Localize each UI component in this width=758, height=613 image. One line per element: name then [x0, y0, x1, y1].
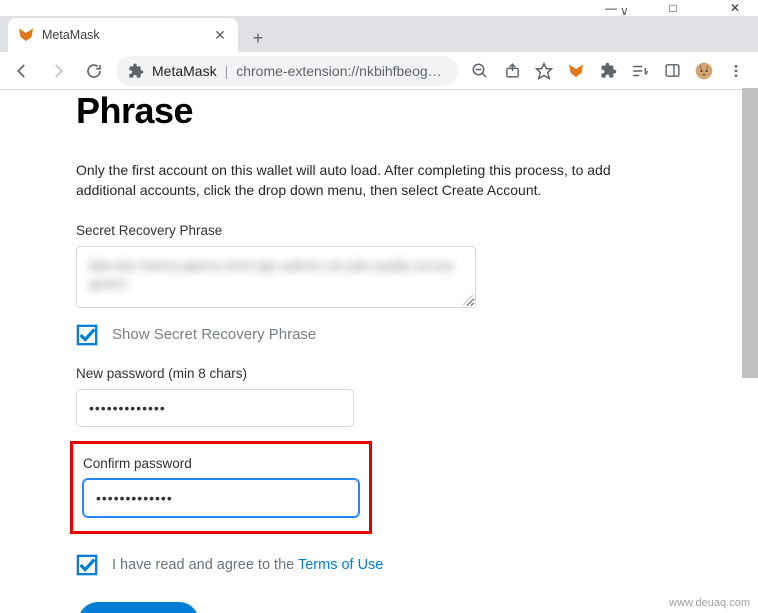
- new-tab-button[interactable]: +: [244, 24, 272, 52]
- tab-metamask[interactable]: MetaMask ✕: [8, 18, 238, 52]
- fox-icon: [18, 27, 34, 43]
- scrollbar-thumb[interactable]: [742, 88, 758, 378]
- extensions-icon[interactable]: [598, 61, 618, 81]
- page-title: Phrase: [76, 90, 660, 132]
- terms-checkbox[interactable]: [76, 554, 98, 576]
- browser-toolbar: MetaMask | chrome-extension://nkbihfbeog…: [0, 52, 758, 90]
- omnibox-separator: |: [225, 63, 229, 79]
- forward-button[interactable]: [44, 57, 72, 85]
- show-srp-label: Show Secret Recovery Phrase: [112, 326, 316, 343]
- zoom-icon[interactable]: [470, 61, 490, 81]
- maximize-button[interactable]: □: [652, 0, 694, 16]
- new-password-label: New password (min 8 chars): [76, 366, 660, 381]
- reading-list-icon[interactable]: [630, 61, 650, 81]
- page-description: Only the first account on this wallet wi…: [76, 160, 656, 201]
- menu-icon[interactable]: [726, 61, 746, 81]
- confirm-password-label: Confirm password: [83, 456, 359, 471]
- close-tab-icon[interactable]: ✕: [212, 27, 228, 43]
- tab-title: MetaMask: [42, 28, 204, 42]
- tab-strip: MetaMask ✕ +: [0, 16, 758, 52]
- srp-label: Secret Recovery Phrase: [76, 223, 660, 238]
- show-srp-checkbox[interactable]: [76, 324, 98, 346]
- share-icon[interactable]: [502, 61, 522, 81]
- profile-avatar-icon[interactable]: [694, 61, 714, 81]
- resize-handle-icon[interactable]: [463, 295, 473, 305]
- srp-blurred-content: fake blur hickory glance word sign salmo…: [89, 257, 463, 295]
- srp-textarea[interactable]: fake blur hickory glance word sign salmo…: [76, 246, 476, 308]
- address-bar[interactable]: MetaMask | chrome-extension://nkbihfbeog…: [116, 56, 458, 86]
- extension-icon: [128, 63, 144, 79]
- star-icon[interactable]: [534, 61, 554, 81]
- confirm-password-input[interactable]: [83, 479, 359, 517]
- back-button[interactable]: [8, 57, 36, 85]
- reload-button[interactable]: [80, 57, 108, 85]
- new-password-input[interactable]: [76, 389, 354, 427]
- highlight-annotation: Confirm password: [70, 441, 372, 534]
- side-panel-icon[interactable]: [662, 61, 682, 81]
- omnibox-url: chrome-extension://nkbihfbeogaea...: [236, 63, 446, 79]
- watermark: www.deuaq.com: [669, 597, 750, 609]
- omnibox-app-name: MetaMask: [152, 63, 217, 79]
- metamask-extension-icon[interactable]: [566, 61, 586, 81]
- terms-link[interactable]: Terms of Use: [298, 557, 383, 573]
- page-viewport: Phrase Only the first account on this wa…: [0, 90, 758, 613]
- terms-label: I have read and agree to the Terms of Us…: [112, 557, 383, 573]
- close-window-button[interactable]: ✕: [714, 0, 756, 16]
- import-button[interactable]: Import: [78, 602, 199, 613]
